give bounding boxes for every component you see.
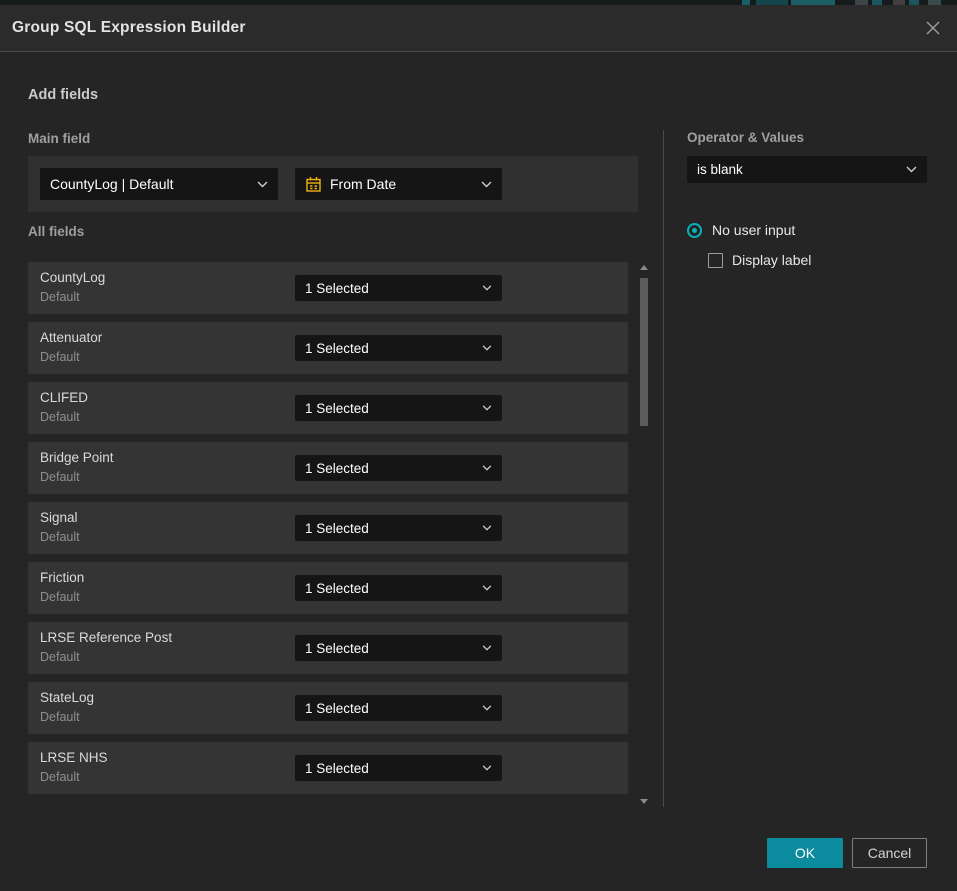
field-name: Signal <box>40 510 78 525</box>
field-sublabel: Default <box>40 470 80 484</box>
field-selected-dropdown[interactable]: 1 Selected <box>295 395 502 421</box>
chevron-down-icon <box>482 585 492 591</box>
field-name: CountyLog <box>40 270 105 285</box>
chevron-down-icon <box>482 465 492 471</box>
chevron-down-icon <box>482 525 492 531</box>
field-selected-value: 1 Selected <box>305 521 482 536</box>
display-label-checkbox[interactable]: Display label <box>708 252 811 268</box>
panel-divider <box>663 130 664 807</box>
main-field-panel: CountyLog | Default From Date <box>28 156 638 212</box>
ok-button[interactable]: OK <box>767 838 843 868</box>
field-selected-dropdown[interactable]: 1 Selected <box>295 455 502 481</box>
field-sublabel: Default <box>40 650 80 664</box>
field-row: Signal Default 1 Selected <box>28 502 628 554</box>
main-field-label: Main field <box>28 131 90 146</box>
field-name: LRSE NHS <box>40 750 108 765</box>
field-selected-dropdown[interactable]: 1 Selected <box>295 635 502 661</box>
field-selected-dropdown[interactable]: 1 Selected <box>295 575 502 601</box>
field-selected-value: 1 Selected <box>305 581 482 596</box>
field-selected-value: 1 Selected <box>305 401 482 416</box>
field-selected-value: 1 Selected <box>305 281 482 296</box>
field-row: Friction Default 1 Selected <box>28 562 628 614</box>
scroll-down-arrow-icon[interactable] <box>640 799 648 804</box>
chevron-down-icon <box>482 645 492 651</box>
close-icon[interactable] <box>923 18 943 38</box>
no-user-input-radio[interactable]: No user input <box>687 222 795 238</box>
field-selected-value: 1 Selected <box>305 341 482 356</box>
field-name: StateLog <box>40 690 94 705</box>
field-sublabel: Default <box>40 410 80 424</box>
field-selected-dropdown[interactable]: 1 Selected <box>295 755 502 781</box>
field-row: CountyLog Default 1 Selected <box>28 262 628 314</box>
display-label-text: Display label <box>732 252 811 268</box>
field-selected-dropdown[interactable]: 1 Selected <box>295 275 502 301</box>
field-list-scrollbar[interactable] <box>639 262 649 807</box>
chevron-down-icon <box>482 705 492 711</box>
all-fields-label: All fields <box>28 224 84 239</box>
field-sublabel: Default <box>40 350 80 364</box>
chevron-down-icon <box>482 345 492 351</box>
field-name: Attenuator <box>40 330 102 345</box>
all-fields-list: CountyLog Default 1 Selected Attenuator … <box>28 262 628 794</box>
scrollbar-thumb[interactable] <box>640 278 648 426</box>
field-selected-value: 1 Selected <box>305 761 482 776</box>
field-sublabel: Default <box>40 530 80 544</box>
field-row: Bridge Point Default 1 Selected <box>28 442 628 494</box>
main-field-dropdown[interactable]: From Date <box>295 168 502 200</box>
field-selected-value: 1 Selected <box>305 701 482 716</box>
calendar-icon <box>305 176 322 193</box>
dialog-title: Group SQL Expression Builder <box>12 19 246 37</box>
field-name: LRSE Reference Post <box>40 630 172 645</box>
main-layer-dropdown[interactable]: CountyLog | Default <box>40 168 278 200</box>
field-row: Attenuator Default 1 Selected <box>28 322 628 374</box>
scroll-up-arrow-icon[interactable] <box>640 265 648 270</box>
chevron-down-icon <box>482 405 492 411</box>
main-layer-dropdown-value: CountyLog | Default <box>50 176 257 192</box>
group-sql-expression-builder-dialog: Group SQL Expression Builder Add fields … <box>0 5 957 891</box>
field-selected-dropdown[interactable]: 1 Selected <box>295 695 502 721</box>
field-selected-value: 1 Selected <box>305 641 482 656</box>
field-selected-value: 1 Selected <box>305 461 482 476</box>
chevron-down-icon <box>257 181 268 188</box>
chevron-down-icon <box>482 765 492 771</box>
operator-dropdown-value: is blank <box>697 162 906 177</box>
field-sublabel: Default <box>40 290 80 304</box>
field-name: CLIFED <box>40 390 88 405</box>
field-selected-dropdown[interactable]: 1 Selected <box>295 515 502 541</box>
field-selected-dropdown[interactable]: 1 Selected <box>295 335 502 361</box>
field-sublabel: Default <box>40 770 80 784</box>
field-row: StateLog Default 1 Selected <box>28 682 628 734</box>
radio-selected-icon <box>687 223 702 238</box>
field-row: CLIFED Default 1 Selected <box>28 382 628 434</box>
field-name: Bridge Point <box>40 450 114 465</box>
field-sublabel: Default <box>40 590 80 604</box>
chevron-down-icon <box>482 285 492 291</box>
chevron-down-icon <box>906 166 917 173</box>
main-field-dropdown-value: From Date <box>330 176 473 192</box>
chevron-down-icon <box>481 181 492 188</box>
operator-values-label: Operator & Values <box>687 130 804 145</box>
cancel-button[interactable]: Cancel <box>852 838 927 868</box>
field-row: LRSE NHS Default 1 Selected <box>28 742 628 794</box>
dialog-header: Group SQL Expression Builder <box>0 5 957 52</box>
add-fields-heading: Add fields <box>28 87 98 103</box>
field-name: Friction <box>40 570 84 585</box>
no-user-input-label: No user input <box>712 222 795 238</box>
field-row: LRSE Reference Post Default 1 Selected <box>28 622 628 674</box>
field-sublabel: Default <box>40 710 80 724</box>
checkbox-unchecked-icon <box>708 253 723 268</box>
operator-dropdown[interactable]: is blank <box>687 156 927 183</box>
